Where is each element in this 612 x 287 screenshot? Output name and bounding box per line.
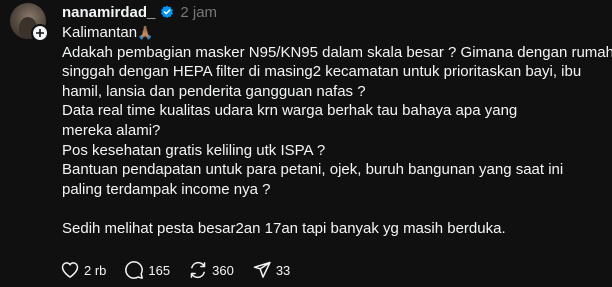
like-button[interactable]: 2 rb <box>60 260 106 280</box>
post-line: Pos kesehatan gratis keliling utk ISPA ? <box>62 141 326 159</box>
like-count: 2 rb <box>84 262 107 278</box>
share-count: 33 <box>275 262 291 278</box>
plus-icon <box>36 29 44 37</box>
comment-icon <box>125 261 144 279</box>
reply-button[interactable]: 165 <box>124 260 170 280</box>
send-icon <box>253 261 271 278</box>
repost-icon <box>190 261 206 279</box>
post-line: Data real time kualitas udara krn warga … <box>62 102 518 120</box>
post-closing-line: Sedih melihat pesta besar2an 17an tapi b… <box>62 219 506 237</box>
post-line: singgah dengan HEPA filter di masing2 ke… <box>62 63 582 81</box>
post-body: Kalimantan🙏🏽 Adakah pembagian masker N95… <box>62 23 612 239</box>
verified-badge-icon <box>161 5 174 18</box>
heart-icon <box>61 262 79 278</box>
post-header: nanamirdad_ 2 jam <box>62 2 217 22</box>
share-button[interactable]: 33 <box>252 260 290 280</box>
post-line: paling terdampak income nya ? <box>62 180 271 198</box>
repost-count: 360 <box>212 262 234 278</box>
repost-button[interactable]: 360 <box>188 260 234 280</box>
praying-hands-emoji: 🙏🏽 <box>137 25 154 40</box>
post-line: Adakah pembagian masker N95/KN95 dalam s… <box>62 43 612 61</box>
post-line-text: Kalimantan <box>62 24 138 41</box>
follow-button[interactable] <box>31 24 49 42</box>
thread-post: nanamirdad_ 2 jam Kalimantan🙏🏽 Adakah pe… <box>0 0 612 287</box>
reply-count: 165 <box>148 262 171 278</box>
post-line: Bantuan pendapatan untuk para petani, oj… <box>62 161 564 179</box>
post-line: Kalimantan🙏🏽 <box>62 23 602 43</box>
username[interactable]: nanamirdad_ <box>62 4 155 21</box>
avatar-container <box>10 3 49 42</box>
post-actions: 2 rb 165 360 33 <box>60 259 308 281</box>
post-line: hamil, lansia dan penderita gangguan naf… <box>62 82 366 100</box>
post-line: mereka alami? <box>62 121 161 139</box>
post-timestamp: 2 jam <box>180 3 218 21</box>
